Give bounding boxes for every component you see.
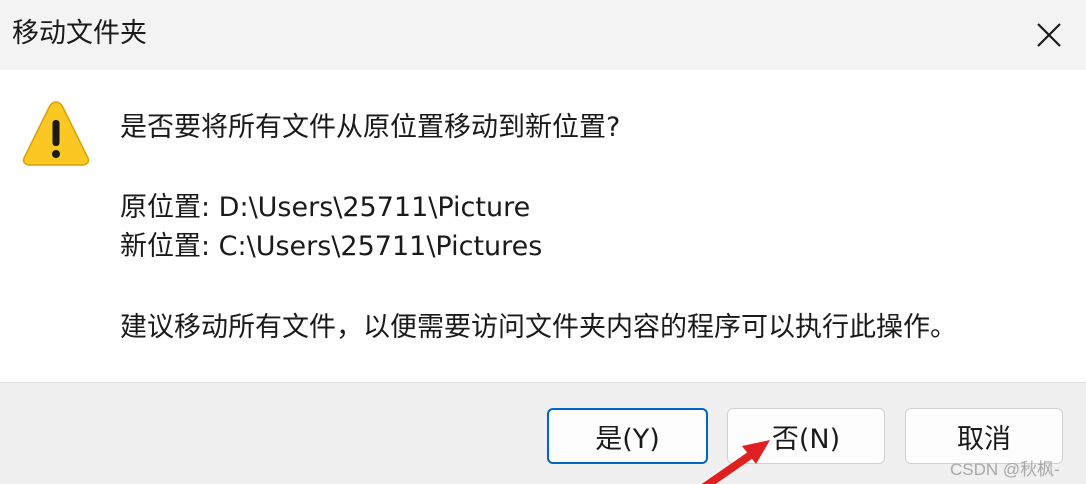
window-title: 移动文件夹 (12, 18, 147, 49)
recommendation-text: 建议移动所有文件，以便需要访问文件夹内容的程序可以执行此操作。 (120, 312, 957, 343)
watermark-text: CSDN @秋枫- (950, 460, 1060, 479)
title-bar: 移动文件夹 (0, 0, 1086, 70)
red-arrow-annotation (701, 440, 770, 484)
close-icon (1037, 23, 1061, 47)
question-text: 是否要将所有文件从原位置移动到新位置? (120, 112, 621, 143)
yes-button[interactable]: 是(Y) (547, 408, 708, 464)
new-location-text: 新位置: C:\Users\25711\Pictures (120, 231, 543, 262)
close-button[interactable] (1018, 8, 1080, 62)
original-location-text: 原位置: D:\Users\25711\Picture (120, 192, 531, 223)
warning-icon (22, 101, 90, 166)
